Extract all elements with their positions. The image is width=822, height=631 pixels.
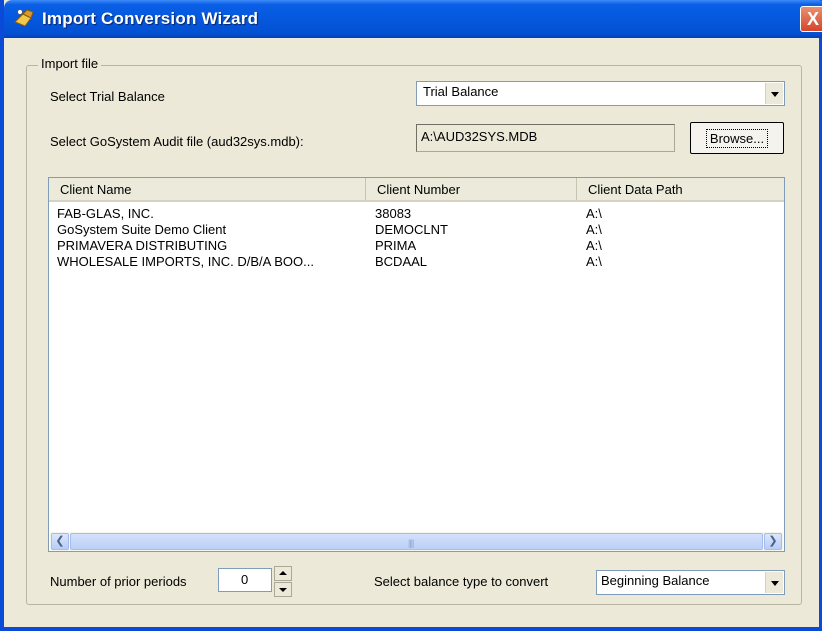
table-row[interactable]: WHOLESALE IMPORTS, INC. D/B/A BOO... BCD… bbox=[49, 254, 784, 270]
prior-periods-value: 0 bbox=[241, 572, 249, 587]
client-data-path-cell: A:\ bbox=[586, 254, 602, 269]
table-row[interactable]: GoSystem Suite Demo Client DEMOCLNT A:\ bbox=[49, 222, 784, 238]
browse-button-label: Browse... bbox=[705, 129, 769, 148]
wizard-app-icon bbox=[14, 9, 34, 27]
balance-type-selected-value: Beginning Balance bbox=[601, 573, 710, 588]
spin-down-icon[interactable] bbox=[274, 582, 292, 597]
balance-type-label: Select balance type to convert bbox=[374, 574, 549, 589]
client-name-cell: FAB-GLAS, INC. bbox=[57, 206, 154, 221]
prior-periods-input[interactable]: 0 bbox=[218, 568, 272, 592]
client-data-path-cell: A:\ bbox=[586, 206, 602, 221]
close-icon: X bbox=[806, 9, 819, 29]
import-file-group-label: Import file bbox=[38, 56, 102, 71]
column-header-client-name[interactable]: Client Name bbox=[49, 178, 366, 200]
horizontal-scrollbar[interactable]: ❮ |||| ❯ bbox=[50, 532, 783, 551]
audit-file-path-value: A:\AUD32SYS.MDB bbox=[421, 129, 538, 144]
close-button[interactable]: X bbox=[800, 6, 822, 32]
table-row[interactable]: FAB-GLAS, INC. 38083 A:\ bbox=[49, 206, 784, 222]
import-conversion-wizard-window: Import Conversion Wizard X Import file S… bbox=[0, 0, 822, 631]
client-number-cell: PRIMA bbox=[375, 238, 417, 253]
trial-balance-selected-value: Trial Balance bbox=[423, 84, 499, 99]
prior-periods-label: Number of prior periods bbox=[50, 574, 187, 589]
select-audit-file-label: Select GoSystem Audit file (aud32sys.mdb… bbox=[50, 134, 304, 149]
scroll-right-icon[interactable]: ❯ bbox=[764, 533, 782, 550]
browse-button[interactable]: Browse... bbox=[690, 122, 784, 154]
client-name-cell: PRIMAVERA DISTRIBUTING bbox=[57, 238, 228, 253]
balance-type-dropdown[interactable]: Beginning Balance bbox=[596, 570, 785, 595]
title-bar[interactable]: Import Conversion Wizard X bbox=[4, 0, 822, 38]
chevron-down-icon[interactable] bbox=[765, 83, 783, 104]
client-number-cell: 38083 bbox=[375, 206, 412, 221]
chevron-down-icon[interactable] bbox=[765, 572, 783, 593]
client-name-cell: GoSystem Suite Demo Client bbox=[57, 222, 227, 237]
client-list-header: Client Name Client Number Client Data Pa… bbox=[49, 178, 784, 202]
select-trial-balance-label: Select Trial Balance bbox=[50, 89, 165, 104]
window-title: Import Conversion Wizard bbox=[42, 9, 259, 28]
client-number-cell: BCDAAL bbox=[375, 254, 428, 269]
client-data-path-cell: A:\ bbox=[586, 222, 602, 237]
column-header-client-data-path[interactable]: Client Data Path bbox=[577, 178, 784, 200]
spin-up-icon[interactable] bbox=[274, 566, 292, 581]
scroll-left-icon[interactable]: ❮ bbox=[51, 533, 69, 550]
scrollbar-thumb[interactable]: |||| bbox=[70, 533, 763, 550]
scrollbar-grip-icon: |||| bbox=[408, 538, 414, 548]
trial-balance-dropdown[interactable]: Trial Balance bbox=[416, 81, 785, 106]
client-data-path-cell: A:\ bbox=[586, 238, 602, 253]
client-list[interactable]: Client Name Client Number Client Data Pa… bbox=[48, 177, 785, 552]
table-row[interactable]: PRIMAVERA DISTRIBUTING PRIMA A:\ bbox=[49, 238, 784, 254]
client-number-cell: DEMOCLNT bbox=[375, 222, 448, 237]
column-header-client-number[interactable]: Client Number bbox=[366, 178, 577, 200]
client-name-cell: WHOLESALE IMPORTS, INC. D/B/A BOO... bbox=[57, 254, 314, 269]
audit-file-path-field: A:\AUD32SYS.MDB bbox=[416, 124, 675, 152]
